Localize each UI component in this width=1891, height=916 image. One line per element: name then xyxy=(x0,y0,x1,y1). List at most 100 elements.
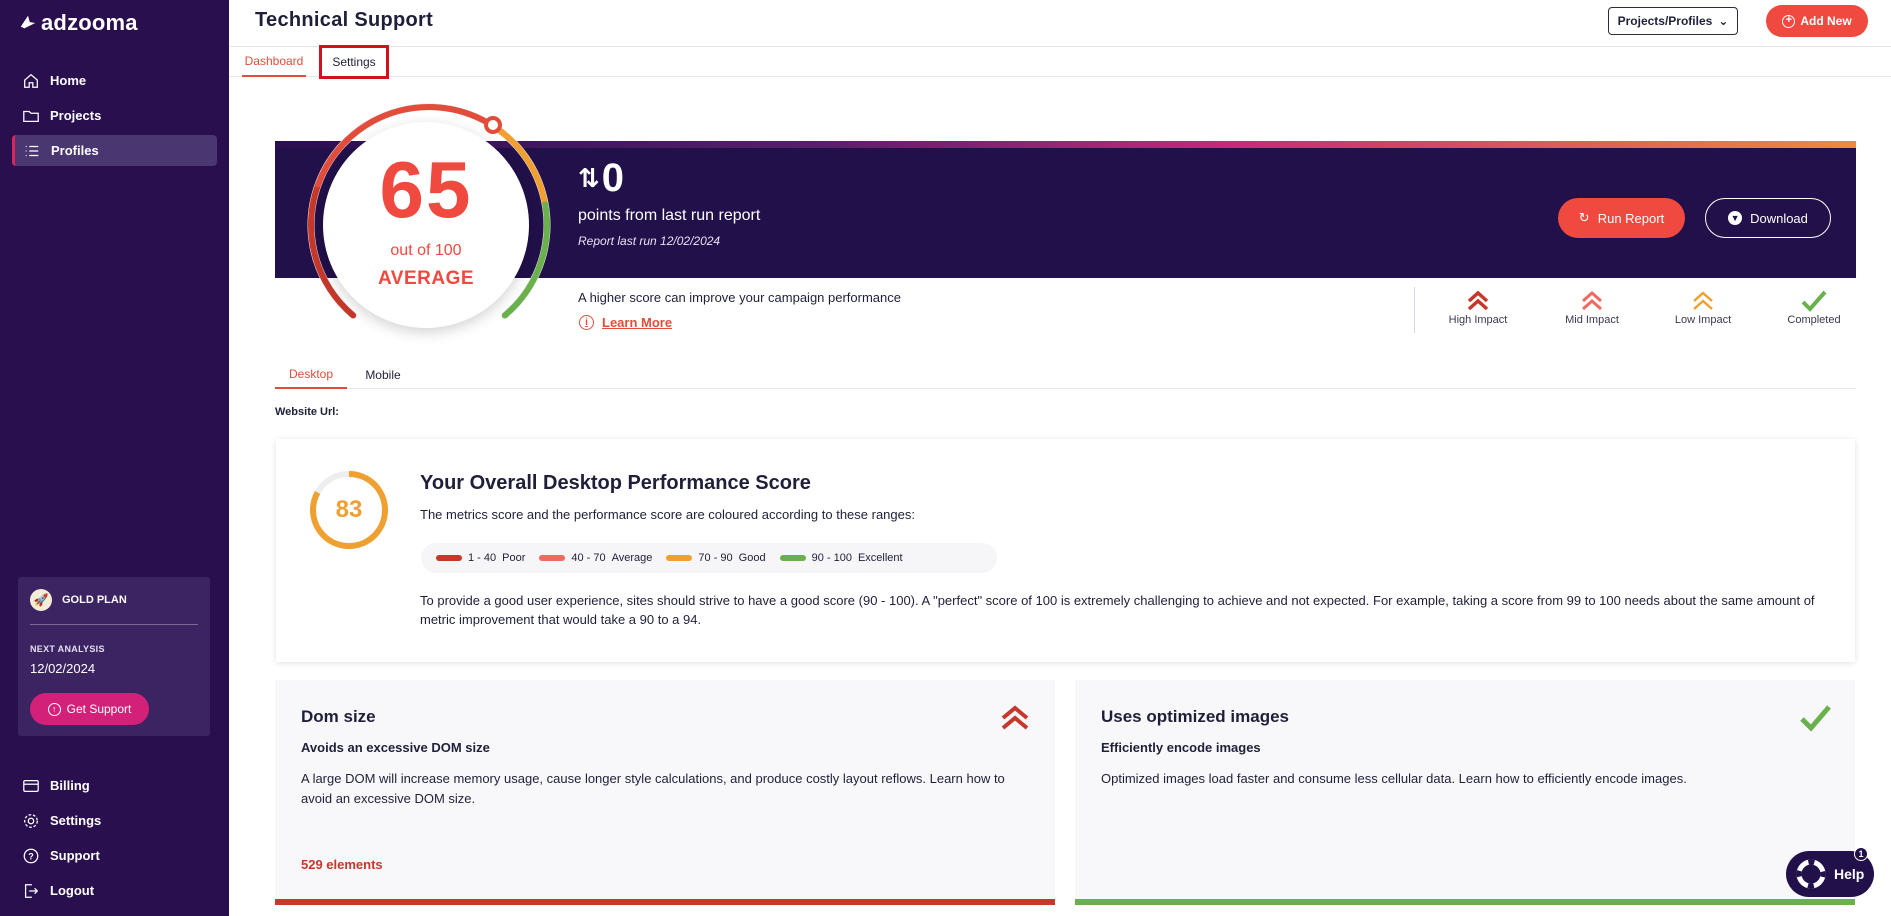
performance-subtitle: The metrics score and the performance sc… xyxy=(420,507,915,522)
brand-name: adzooma xyxy=(41,10,138,35)
brand-logo[interactable]: adzooma xyxy=(19,10,138,36)
gauge-knob[interactable] xyxy=(484,116,502,134)
download-icon: ▼ xyxy=(1728,211,1743,225)
logo-mark-icon xyxy=(20,15,36,29)
plan-header: 🚀 GOLD PLAN xyxy=(30,589,127,611)
plan-card: 🚀 GOLD PLAN NEXT ANALYSIS 12/02/2024 ↑ G… xyxy=(18,577,210,736)
tab-settings[interactable]: Settings xyxy=(319,45,389,79)
website-url-label: Website Url: xyxy=(275,406,339,418)
range-swatch xyxy=(666,555,693,561)
add-new-button[interactable]: + Add New xyxy=(1766,5,1868,37)
rocket-icon: 🚀 xyxy=(30,589,52,611)
run-report-button[interactable]: ↻ Run Report xyxy=(1558,198,1685,238)
help-label: Help xyxy=(1834,866,1865,882)
high-impact-icon xyxy=(1001,705,1029,730)
sidebar: adzooma Home Projects Profiles 🚀 GOLD PL… xyxy=(0,0,229,916)
range-label: Poor xyxy=(502,552,526,564)
audit-card-dom-size[interactable]: Dom size Avoids an excessive DOM size A … xyxy=(275,680,1055,905)
completed-check-icon xyxy=(1769,288,1859,314)
delta-value: 0 xyxy=(601,156,625,200)
chevron-down-icon: ⌄ xyxy=(1718,14,1729,28)
tab-mobile[interactable]: Mobile xyxy=(355,361,411,389)
top-header: Technical Support Projects/Profiles ⌄ + … xyxy=(229,0,1891,47)
sidebar-item-label: Logout xyxy=(50,883,95,898)
list-icon xyxy=(23,142,41,160)
range-good: 70 - 90 Good xyxy=(666,552,766,564)
score-delta: ⇅ 0 xyxy=(578,156,624,201)
legend-mid-impact: Mid Impact xyxy=(1547,288,1637,326)
projects-select-label: Projects/Profiles xyxy=(1617,14,1713,28)
range-label: Excellent xyxy=(857,552,903,564)
legend-label: Mid Impact xyxy=(1565,314,1619,326)
legend-label: Completed xyxy=(1787,314,1841,326)
tab-dashboard[interactable]: Dashboard xyxy=(242,47,306,77)
low-impact-icon xyxy=(1658,288,1748,314)
projects-profiles-select[interactable]: Projects/Profiles ⌄ xyxy=(1608,7,1738,35)
lifebuoy-icon xyxy=(1796,859,1826,889)
mid-impact-icon xyxy=(1547,288,1637,314)
sub-tabs: Dashboard Settings xyxy=(229,45,1891,79)
audit-subtitle: Efficiently encode images xyxy=(1101,740,1261,755)
audit-subtitle: Avoids an excessive DOM size xyxy=(301,740,490,755)
range-swatch xyxy=(779,555,806,561)
get-support-label: Get Support xyxy=(66,702,132,716)
legend-completed: Completed xyxy=(1769,288,1859,326)
audit-title: Uses optimized images xyxy=(1101,707,1290,726)
audit-title: Dom size xyxy=(301,707,376,726)
delta-label: points from last run report xyxy=(578,207,761,224)
page-title: Technical Support xyxy=(255,9,434,31)
audit-status-bar xyxy=(275,899,1055,905)
add-new-label: Add New xyxy=(1800,14,1852,28)
sidebar-item-label: Home xyxy=(50,73,87,88)
arrow-up-icon: ↑ xyxy=(47,702,61,716)
svg-text:?: ? xyxy=(28,851,34,861)
range-average: 40 - 70 Average xyxy=(539,552,652,564)
run-report-label: Run Report xyxy=(1597,210,1665,226)
audit-description: Optimized images load faster and consume… xyxy=(1101,771,1687,786)
sidebar-item-logout[interactable]: Logout xyxy=(12,875,217,906)
folder-icon xyxy=(22,107,40,125)
sidebar-item-support[interactable]: ? Support xyxy=(12,840,217,871)
sidebar-item-projects[interactable]: Projects xyxy=(12,100,217,131)
legend-label: Low Impact xyxy=(1674,314,1732,326)
range-poor: 1 - 40 Poor xyxy=(436,552,525,564)
tab-desktop[interactable]: Desktop xyxy=(275,361,347,389)
refresh-icon: ↻ xyxy=(1578,210,1590,225)
home-icon xyxy=(22,72,40,90)
sidebar-item-settings[interactable]: Settings xyxy=(12,805,217,836)
score-hint: A higher score can improve your campaign… xyxy=(578,290,901,305)
sidebar-main-nav: Home Projects Profiles xyxy=(12,65,217,170)
performance-score-card: 83 Your Overall Desktop Performance Scor… xyxy=(276,439,1855,662)
completed-check-icon xyxy=(1800,705,1831,732)
plan-name: GOLD PLAN xyxy=(62,594,127,606)
legend-label: High Impact xyxy=(1448,314,1508,326)
help-notification-badge: 1 xyxy=(1854,847,1868,861)
sidebar-bottom-nav: Billing Settings ? Support Logout xyxy=(12,770,217,910)
range-values: 1 - 40 xyxy=(468,552,497,564)
sidebar-item-billing[interactable]: Billing xyxy=(12,770,217,801)
learn-more-link[interactable]: i Learn More xyxy=(579,315,672,330)
sidebar-item-home[interactable]: Home xyxy=(12,65,217,96)
billing-icon xyxy=(22,777,40,795)
logout-icon xyxy=(22,882,40,900)
help-circle-icon: ? xyxy=(22,847,40,865)
up-down-arrows-icon: ⇅ xyxy=(578,163,600,193)
performance-title: Your Overall Desktop Performance Score xyxy=(420,472,811,494)
sidebar-item-label: Profiles xyxy=(51,143,99,158)
score-ranges: 1 - 40 Poor 40 - 70 Average 70 - 90 Good… xyxy=(421,543,997,573)
legend-low-impact: Low Impact xyxy=(1658,288,1748,326)
get-support-button[interactable]: ↑ Get Support xyxy=(30,693,149,725)
audit-metric: 529 elements xyxy=(301,857,383,872)
audit-status-bar xyxy=(1075,899,1855,905)
sidebar-item-label: Support xyxy=(50,848,100,863)
sidebar-item-profiles[interactable]: Profiles xyxy=(12,135,217,166)
range-label: Good xyxy=(738,552,766,564)
sidebar-item-label: Billing xyxy=(50,778,90,793)
audit-card-optimized-images[interactable]: Uses optimized images Efficiently encode… xyxy=(1075,680,1855,905)
performance-score: 83 xyxy=(335,496,363,523)
legend-high-impact: High Impact xyxy=(1433,288,1523,326)
performance-explanation: To provide a good user experience, sites… xyxy=(420,593,1815,627)
download-label: Download xyxy=(1750,210,1808,226)
download-button[interactable]: ▼ Download xyxy=(1705,198,1831,238)
help-chat-button[interactable]: Help 1 xyxy=(1786,847,1874,897)
